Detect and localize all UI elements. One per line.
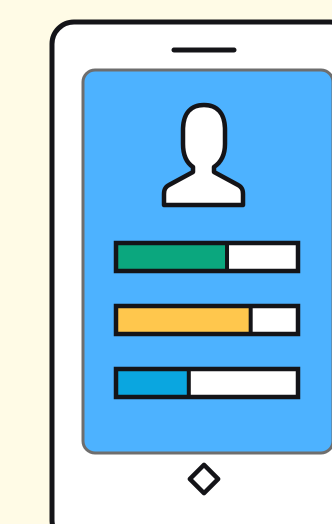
progress-bar-yellow [113, 303, 301, 337]
progress-fill [116, 369, 189, 397]
progress-bars [113, 240, 301, 400]
progress-bar-green [113, 240, 301, 274]
progress-bar-blue [113, 366, 301, 400]
illustration-stage [0, 0, 332, 524]
progress-fill [116, 306, 251, 334]
progress-fill [116, 243, 228, 271]
phone-profile-illustration [49, 19, 332, 524]
